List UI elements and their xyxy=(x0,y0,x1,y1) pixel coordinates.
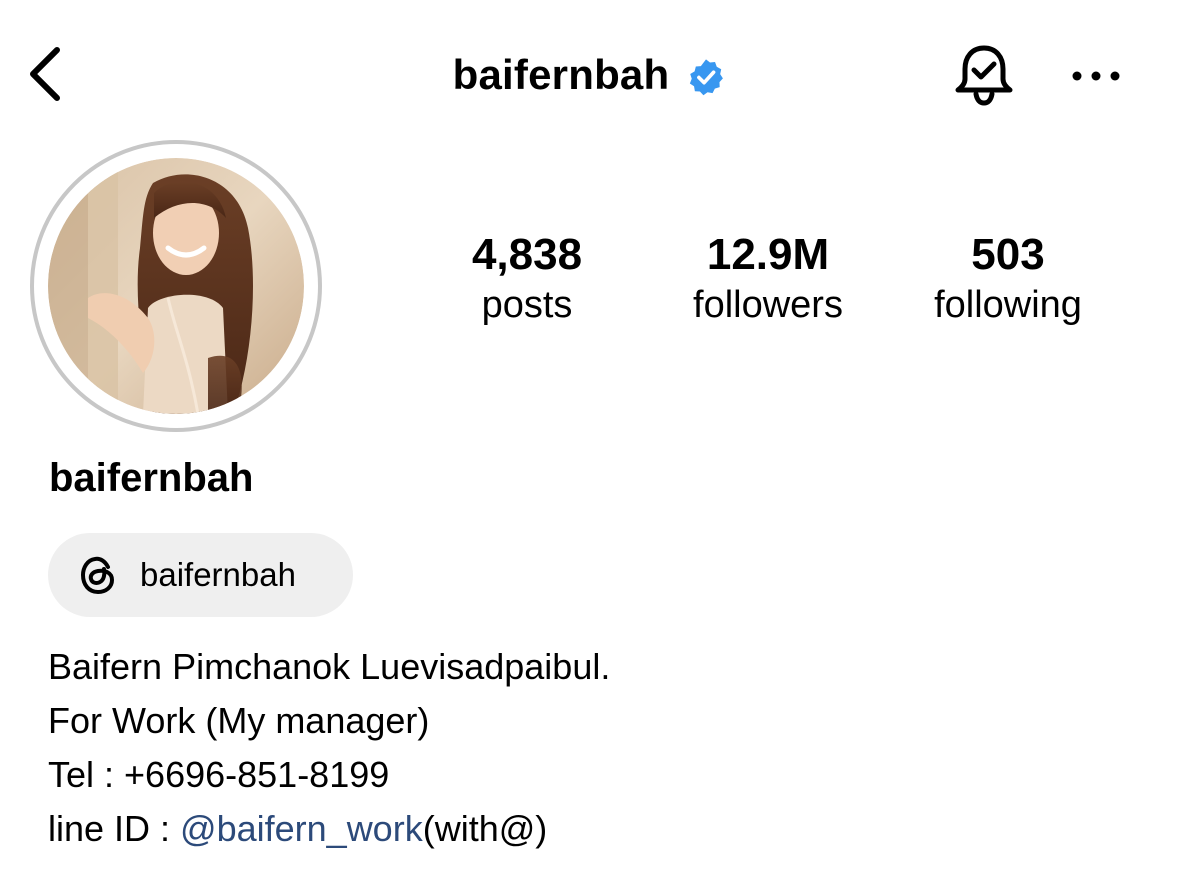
lineid-prefix: line ID : xyxy=(48,808,181,849)
bio-line-lineid: line ID : @baifern_work(with@) xyxy=(48,802,1128,856)
bio: Baifern Pimchanok Luevisadpaibul. For Wo… xyxy=(48,640,1128,856)
verified-badge-icon xyxy=(690,59,724,96)
threads-handle: baifernbah xyxy=(140,556,296,593)
bio-line-tel: Tel : +6696-851-8199 xyxy=(48,754,390,795)
lineid-link[interactable]: @baifern_work xyxy=(180,808,423,849)
avatar xyxy=(48,158,304,414)
following-count: 503 xyxy=(971,230,1045,279)
posts-label: posts xyxy=(481,284,573,327)
avatar-story-ring[interactable] xyxy=(30,140,322,432)
stat-followers[interactable]: 12.9M followers xyxy=(653,230,883,330)
stat-posts[interactable]: 4,838 posts xyxy=(412,230,642,330)
bio-line-work: For Work (My manager) xyxy=(48,700,430,741)
bio-line-name: Baifern Pimchanok Luevisadpaibul. xyxy=(48,646,611,687)
lineid-suffix: (with@) xyxy=(422,808,548,849)
more-horizontal-icon xyxy=(1072,71,1120,81)
page-title: baifernbah xyxy=(452,51,670,98)
profile-name: baifernbah xyxy=(49,456,254,500)
followers-label: followers xyxy=(693,284,843,327)
stat-following[interactable]: 503 following xyxy=(893,230,1123,330)
followers-count: 12.9M xyxy=(706,230,830,279)
notifications-bell-button[interactable] xyxy=(946,40,1022,112)
bell-check-icon xyxy=(955,45,1013,106)
posts-count: 4,838 xyxy=(471,230,583,279)
threads-icon xyxy=(81,556,114,594)
following-label: following xyxy=(934,284,1082,327)
more-options-button[interactable] xyxy=(1064,50,1128,102)
threads-link-button[interactable]: baifernbah xyxy=(48,533,353,617)
